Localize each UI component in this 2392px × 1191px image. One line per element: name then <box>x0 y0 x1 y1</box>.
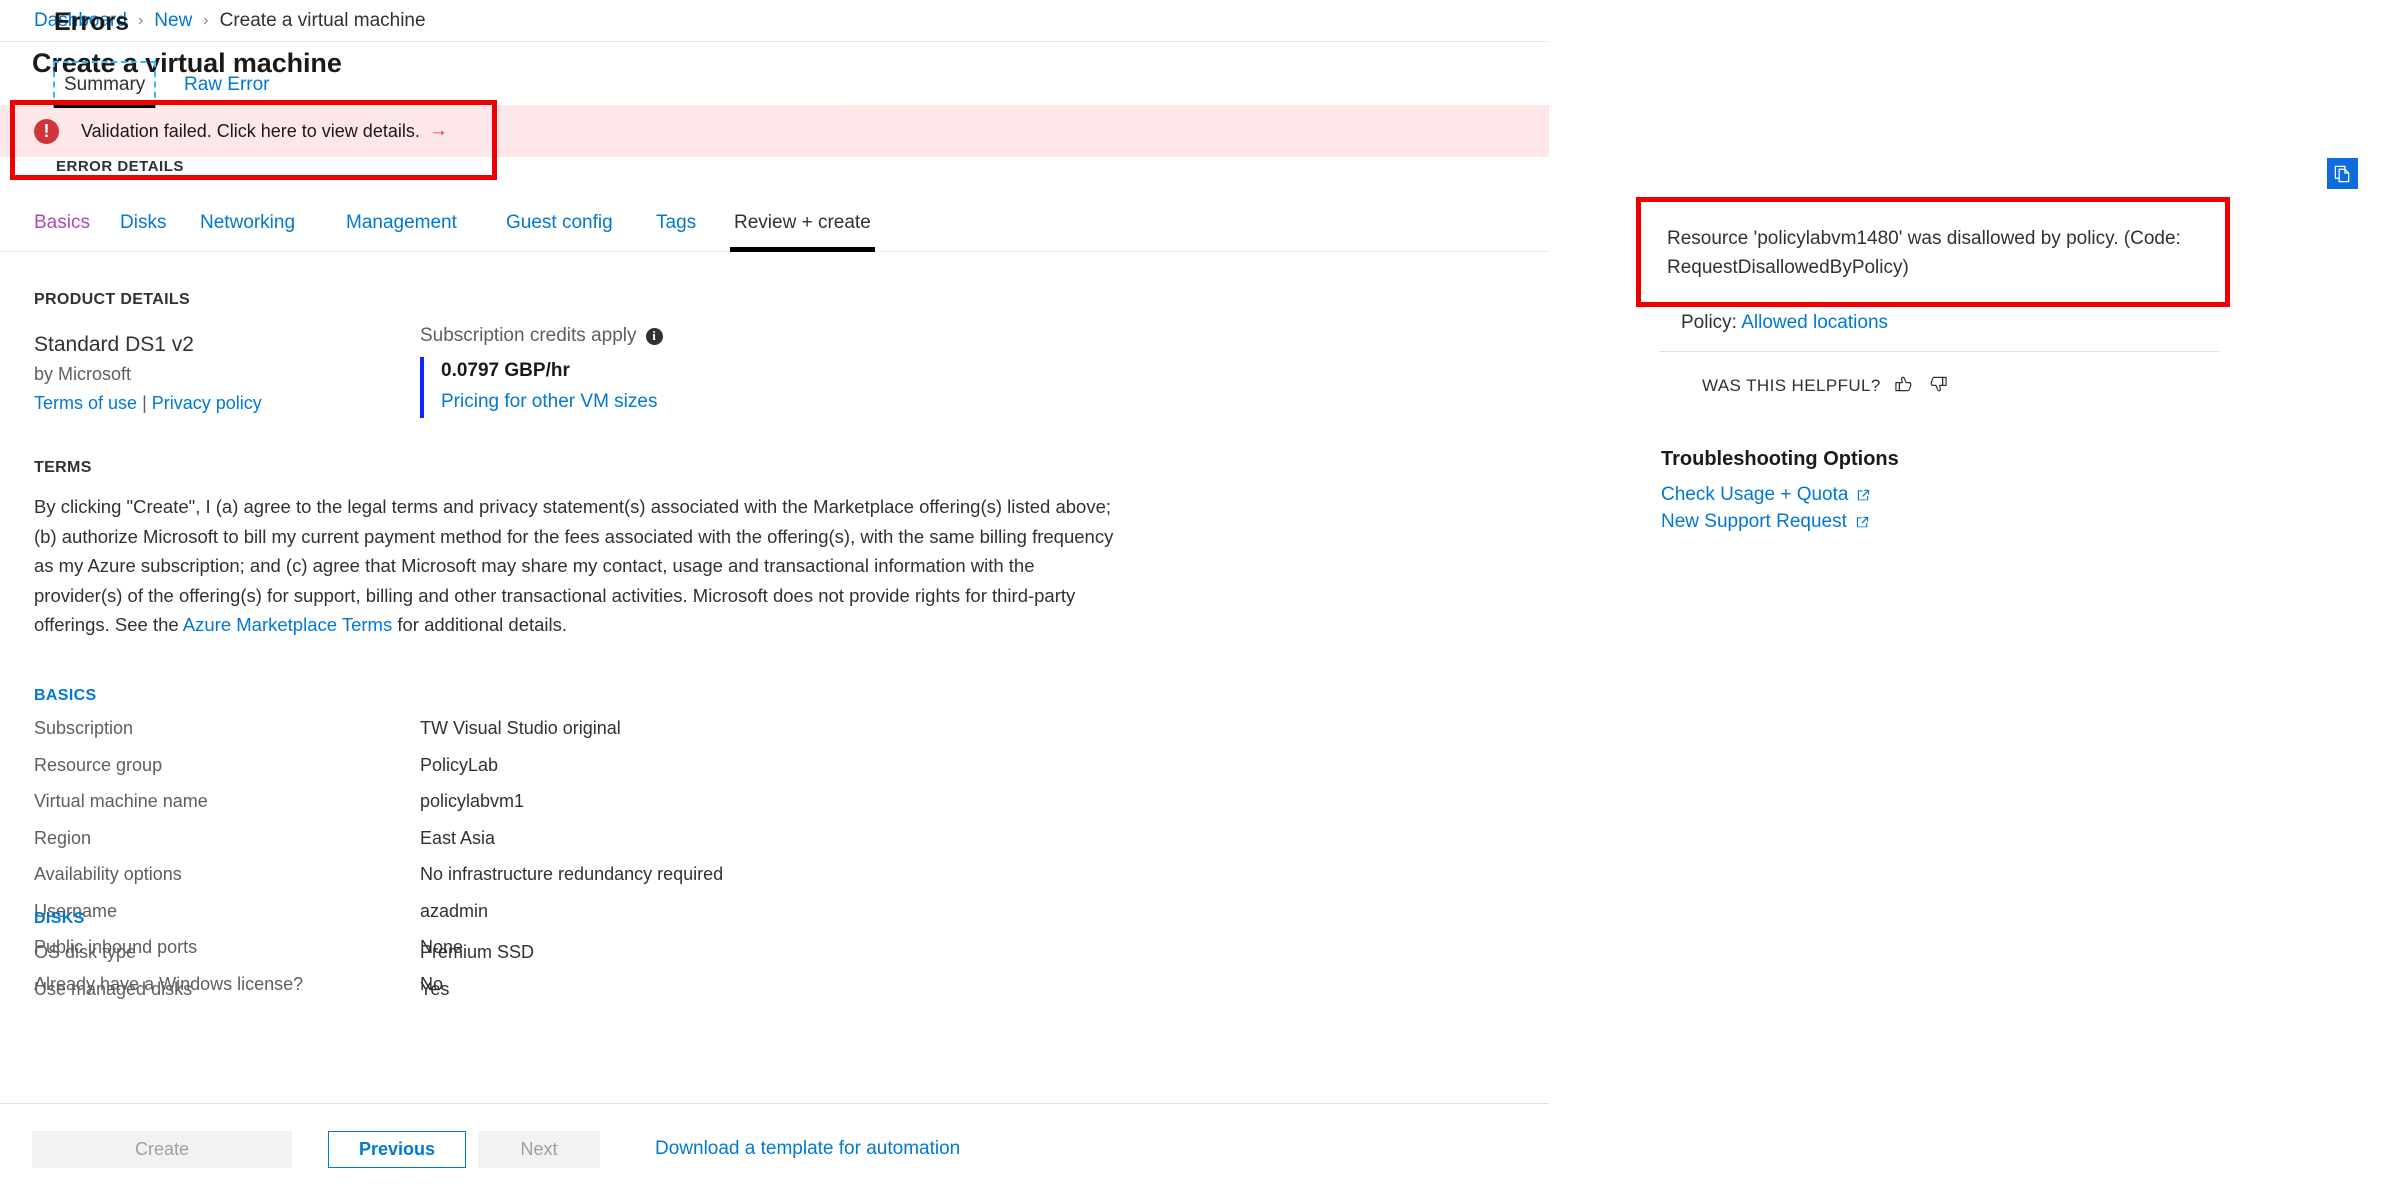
pricing-other-vm-sizes-link[interactable]: Pricing for other VM sizes <box>441 385 850 418</box>
summary-row: Use managed disks Yes <box>34 979 1134 1016</box>
summary-row: Availability options No infrastructure r… <box>34 864 1134 901</box>
new-support-request-label: New Support Request <box>1661 511 1847 533</box>
summary-value: TW Visual Studio original <box>420 718 621 739</box>
summary-key: Availability options <box>34 864 420 885</box>
tab-management[interactable]: Management <box>342 210 461 252</box>
summary-value: azadmin <box>420 901 488 922</box>
summary-row: Resource group PolicyLab <box>34 755 1134 792</box>
summary-key: Use managed disks <box>34 979 420 1000</box>
tab-review-create[interactable]: Review + create <box>730 210 875 252</box>
breadcrumb-separator-icon: › <box>203 12 208 30</box>
azure-marketplace-terms-link[interactable]: Azure Marketplace Terms <box>183 614 392 635</box>
privacy-policy-link[interactable]: Privacy policy <box>152 393 262 413</box>
thumbs-down-icon[interactable] <box>1927 373 1949 399</box>
was-this-helpful-label: WAS THIS HELPFUL? <box>1702 376 1881 396</box>
summary-value: Premium SSD <box>420 942 534 963</box>
error-message: Resource 'policylabvm1480' was disallowe… <box>1667 224 2203 282</box>
summary-key: Subscription <box>34 718 420 739</box>
screen-root: Dashboard › New › Create a virtual machi… <box>0 0 2392 1191</box>
errors-panel <box>1549 0 2392 1191</box>
summary-value: Yes <box>420 979 449 1000</box>
external-link-icon <box>1856 488 1871 503</box>
error-details-label: ERROR DETAILS <box>56 158 184 175</box>
summary-row: Subscription TW Visual Studio original <box>34 718 1134 755</box>
terms-of-use-link[interactable]: Terms of use <box>34 393 137 413</box>
info-icon[interactable]: i <box>646 328 663 345</box>
previous-button[interactable]: Previous <box>328 1131 466 1168</box>
check-usage-quota-label: Check Usage + Quota <box>1661 484 1848 506</box>
tab-networking[interactable]: Networking <box>196 210 299 252</box>
summary-key: Username <box>34 901 420 922</box>
breadcrumb-separator-icon: › <box>138 12 143 30</box>
was-this-helpful-row: WAS THIS HELPFUL? <box>1702 373 1949 399</box>
summary-row: Region East Asia <box>34 828 1134 865</box>
product-details-heading: PRODUCT DETAILS <box>34 291 190 309</box>
terms-heading: TERMS <box>34 459 92 477</box>
summary-key: Region <box>34 828 420 849</box>
arrow-right-icon: → <box>429 120 448 142</box>
blade-content: PRODUCT DETAILS Standard DS1 v2 by Micro… <box>0 252 1549 1103</box>
summary-key: Virtual machine name <box>34 791 420 812</box>
terms-text-after-link: for additional details. <box>392 614 567 635</box>
policy-label: Policy: <box>1681 312 1737 333</box>
divider <box>1659 351 2219 352</box>
subscription-credits-label: Subscription credits apply <box>420 325 637 347</box>
summary-value: PolicyLab <box>420 755 498 776</box>
product-name: Standard DS1 v2 <box>34 330 262 360</box>
disks-heading: DISKS <box>34 910 85 928</box>
summary-value: East Asia <box>420 828 495 849</box>
breadcrumb: Dashboard › New › Create a virtual machi… <box>0 0 1549 42</box>
create-button[interactable]: Create <box>32 1131 292 1168</box>
validation-failed-banner[interactable]: ! Validation failed. Click here to view … <box>0 105 1549 157</box>
disks-summary-list: OS disk type Premium SSD Use managed dis… <box>34 942 1134 1015</box>
subscription-credits-row: Subscription credits apply i <box>420 325 850 347</box>
basics-heading: BASICS <box>34 687 97 705</box>
error-exclamation-icon: ! <box>34 119 59 144</box>
error-details-box: Resource 'policylabvm1480' was disallowe… <box>1649 210 2221 353</box>
thumbs-up-icon[interactable] <box>1893 373 1915 399</box>
tab-raw-error[interactable]: Raw Error <box>174 62 280 107</box>
summary-value: policylabvm1 <box>420 791 524 812</box>
product-links: Terms of use | Privacy policy <box>34 389 262 418</box>
summary-row: OS disk type Premium SSD <box>34 942 1134 979</box>
tab-tags[interactable]: Tags <box>652 210 700 252</box>
tab-disks[interactable]: Disks <box>116 210 170 252</box>
external-link-icon <box>1855 515 1870 530</box>
allowed-locations-policy-link[interactable]: Allowed locations <box>1741 312 1888 333</box>
link-separator: | <box>142 393 147 413</box>
terms-body: By clicking "Create", I (a) agree to the… <box>34 492 1119 640</box>
errors-panel-title: Errors <box>54 8 129 37</box>
create-vm-blade: Dashboard › New › Create a virtual machi… <box>0 0 1549 1191</box>
price-body: 0.0797 GBP/hr Pricing for other VM sizes <box>420 357 850 418</box>
wizard-action-bar: Create Previous Next Download a template… <box>0 1103 1549 1191</box>
tab-basics[interactable]: Basics <box>30 210 94 252</box>
product-publisher: by Microsoft <box>34 360 262 389</box>
breadcrumb-item-current: Create a virtual machine <box>220 10 426 32</box>
wizard-tabs: Basics Disks Networking Management Guest… <box>0 210 1549 252</box>
summary-key: Resource group <box>34 755 420 776</box>
new-support-request-link[interactable]: New Support Request <box>1661 511 1870 533</box>
tab-guest-config[interactable]: Guest config <box>502 210 617 252</box>
product-card: Standard DS1 v2 by Microsoft Terms of us… <box>34 330 262 418</box>
copy-icon[interactable] <box>2327 158 2358 189</box>
tab-summary[interactable]: Summary <box>54 62 155 107</box>
errors-panel-tabs: Summary Raw Error <box>54 62 843 108</box>
validation-banner-text: Validation failed. Click here to view de… <box>81 121 420 142</box>
download-template-link[interactable]: Download a template for automation <box>655 1138 960 1160</box>
summary-row: Virtual machine name policylabvm1 <box>34 791 1134 828</box>
summary-key: OS disk type <box>34 942 420 963</box>
price-card: Subscription credits apply i 0.0797 GBP/… <box>420 325 850 418</box>
error-policy-row: Policy: Allowed locations <box>1667 308 2203 337</box>
check-usage-quota-link[interactable]: Check Usage + Quota <box>1661 484 1871 506</box>
price-value: 0.0797 GBP/hr <box>441 357 850 385</box>
troubleshooting-options-title: Troubleshooting Options <box>1661 448 1899 471</box>
next-button[interactable]: Next <box>478 1131 600 1168</box>
breadcrumb-item-new[interactable]: New <box>154 10 192 32</box>
summary-value: No infrastructure redundancy required <box>420 864 723 885</box>
summary-row: Username azadmin <box>34 901 1134 938</box>
